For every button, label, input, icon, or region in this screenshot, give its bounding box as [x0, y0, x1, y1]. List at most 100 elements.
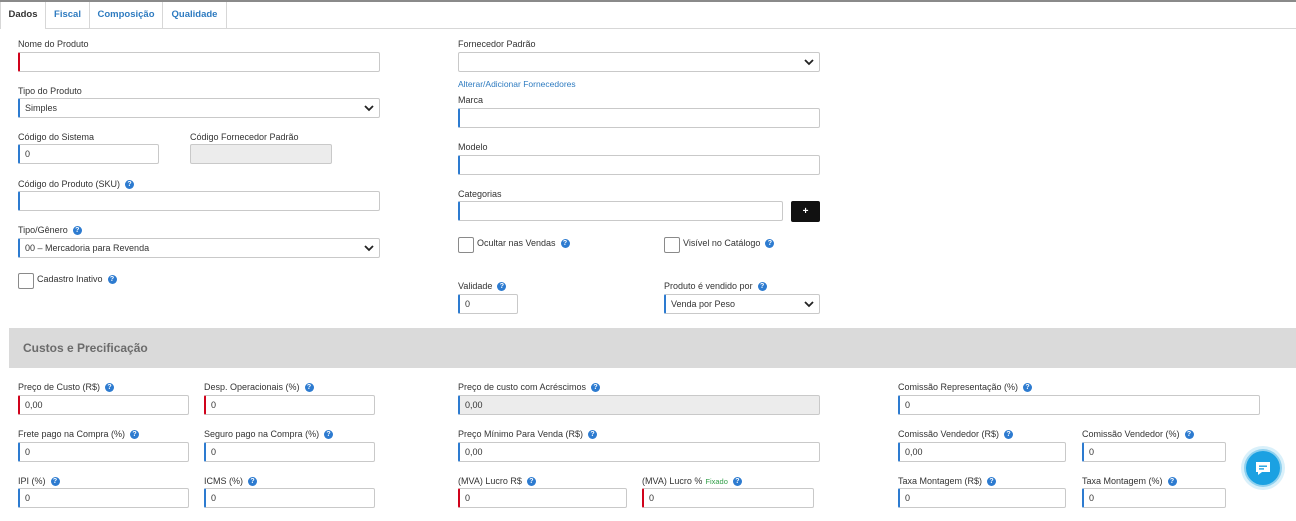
codigo-fornecedor-input[interactable]	[190, 144, 332, 164]
help-icon[interactable]: ?	[560, 239, 570, 249]
seguro-input[interactable]: 0	[204, 442, 375, 462]
help-icon[interactable]: ?	[526, 477, 536, 487]
help-icon[interactable]: ?	[324, 430, 334, 440]
frete-label: Frete pago na Compra (%)?	[18, 429, 140, 440]
taxa-montagem-rs-label: Taxa Montagem (R$)?	[898, 476, 997, 487]
help-icon[interactable]: ?	[1167, 477, 1177, 487]
help-icon[interactable]: ?	[50, 477, 60, 487]
categorias-input[interactable]	[458, 201, 783, 221]
vendido-por-value: Venda por Peso	[671, 299, 736, 309]
icms-label: ICMS (%)?	[204, 476, 257, 487]
help-icon[interactable]: ?	[588, 430, 598, 440]
validade-label: Validade?	[458, 281, 507, 292]
help-icon[interactable]: ?	[591, 383, 601, 393]
help-icon[interactable]: ?	[130, 430, 140, 440]
taxa-montagem-pct-input[interactable]: 0	[1082, 488, 1226, 508]
comissao-repr-input[interactable]: 0	[898, 395, 1260, 415]
nome-produto-label: Nome do Produto	[18, 39, 89, 49]
tipo-produto-value: Simples	[25, 103, 58, 113]
ipi-label: IPI (%)?	[18, 476, 60, 487]
custo-acrescimos-input[interactable]: 0,00	[458, 395, 820, 415]
comissao-vend-pct-input[interactable]: 0	[1082, 442, 1226, 462]
preco-custo-label-text: Preço de Custo (R$)	[18, 382, 101, 392]
chat-bubble-icon	[1246, 451, 1280, 485]
comissao-repr-label: Comissão Representação (%)?	[898, 382, 1033, 393]
modelo-input[interactable]	[458, 155, 820, 175]
help-icon[interactable]: ?	[107, 275, 117, 285]
mva-lucro-rs-label-text: (MVA) Lucro R$	[458, 476, 522, 486]
tipo-genero-select[interactable]: 00 – Mercadoria para Revenda	[18, 238, 380, 258]
help-icon[interactable]: ?	[1184, 430, 1194, 440]
visivel-catalogo-checkbox[interactable]	[664, 237, 680, 253]
icms-input[interactable]: 0	[204, 488, 375, 508]
help-icon[interactable]: ?	[72, 226, 82, 236]
help-icon[interactable]: ?	[765, 239, 775, 249]
desp-operacionais-input[interactable]: 0	[204, 395, 375, 415]
icms-label-text: ICMS (%)	[204, 476, 243, 486]
marca-input[interactable]	[458, 108, 820, 128]
chat-widget-button[interactable]	[1241, 446, 1285, 490]
custos-section-title: Custos e Precificação	[23, 341, 148, 355]
custo-acrescimos-label: Preço de custo com Acréscimos?	[458, 382, 601, 393]
sku-label-text: Código do Produto (SKU)	[18, 179, 121, 189]
mva-lucro-rs-input[interactable]: 0	[458, 488, 627, 508]
tab-bar: Dados Fiscal Composição Qualidade	[0, 2, 1296, 29]
tab-qualidade[interactable]: Qualidade	[163, 2, 227, 28]
sku-input[interactable]	[18, 191, 380, 211]
categorias-label: Categorias	[458, 189, 502, 199]
chevron-down-icon	[364, 105, 374, 112]
validade-input[interactable]: 0	[458, 294, 518, 314]
tipo-produto-select[interactable]: Simples	[18, 98, 380, 118]
preco-custo-input[interactable]: 0,00	[18, 395, 189, 415]
help-icon[interactable]: ?	[497, 282, 507, 292]
preco-custo-label: Preço de Custo (R$)?	[18, 382, 115, 393]
ocultar-vendas-label-text: Ocultar nas Vendas	[477, 238, 556, 248]
help-icon[interactable]: ?	[248, 477, 257, 487]
fornecedor-label: Fornecedor Padrão	[458, 39, 536, 49]
taxa-montagem-pct-label-text: Taxa Montagem (%)	[1082, 476, 1163, 486]
add-categoria-button[interactable]: +	[791, 201, 820, 222]
preco-minimo-label: Preço Mínimo Para Venda (R$)?	[458, 429, 598, 440]
help-icon[interactable]: ?	[125, 180, 135, 190]
taxa-montagem-rs-label-text: Taxa Montagem (R$)	[898, 476, 983, 486]
tab-fiscal[interactable]: Fiscal	[46, 2, 90, 28]
cadastro-inativo-label: Cadastro Inativo?	[37, 274, 117, 285]
preco-minimo-input[interactable]: 0,00	[458, 442, 820, 462]
help-icon[interactable]: ?	[1023, 383, 1033, 393]
help-icon[interactable]: ?	[105, 383, 115, 393]
help-icon[interactable]: ?	[304, 383, 314, 393]
custos-section-header: Custos e Precificação	[9, 328, 1296, 368]
chevron-down-icon	[804, 301, 814, 308]
chevron-down-icon	[364, 245, 374, 252]
chat-glyph	[1256, 462, 1270, 475]
vendido-por-label-text: Produto é vendido por	[664, 281, 753, 291]
alterar-fornecedores-link[interactable]: Alterar/Adicionar Fornecedores	[458, 79, 576, 89]
codigo-fornecedor-label: Código Fornecedor Padrão	[190, 132, 299, 142]
codigo-sistema-label: Código do Sistema	[18, 132, 95, 142]
comissao-vend-rs-input[interactable]: 0,00	[898, 442, 1066, 462]
fornecedor-select[interactable]	[458, 52, 820, 72]
help-icon[interactable]: ?	[757, 282, 767, 292]
frete-input[interactable]: 0	[18, 442, 189, 462]
mva-lucro-pct-label-text: (MVA) Lucro %	[642, 476, 703, 486]
help-icon[interactable]: ?	[732, 477, 742, 487]
desp-operacionais-label-text: Desp. Operacionais (%)	[204, 382, 300, 392]
tab-dados[interactable]: Dados	[0, 2, 46, 29]
ipi-label-text: IPI (%)	[18, 476, 46, 486]
vendido-por-label: Produto é vendido por?	[664, 281, 767, 292]
mva-lucro-pct-input[interactable]: 0	[642, 488, 814, 508]
nome-produto-input[interactable]	[18, 52, 380, 72]
taxa-montagem-rs-input[interactable]: 0	[898, 488, 1066, 508]
comissao-vend-pct-label-text: Comissão Vendedor (%)	[1082, 429, 1180, 439]
cadastro-inativo-checkbox[interactable]	[18, 273, 34, 289]
ipi-input[interactable]: 0	[18, 488, 189, 508]
ocultar-vendas-label: Ocultar nas Vendas?	[477, 238, 570, 249]
desp-operacionais-label: Desp. Operacionais (%)?	[204, 382, 314, 393]
help-icon[interactable]: ?	[1004, 430, 1014, 440]
tab-composicao[interactable]: Composição	[90, 2, 163, 28]
vendido-por-select[interactable]: Venda por Peso	[664, 294, 820, 314]
mva-lucro-rs-label: (MVA) Lucro R$?	[458, 476, 536, 487]
help-icon[interactable]: ?	[987, 477, 997, 487]
ocultar-vendas-checkbox[interactable]	[458, 237, 474, 253]
codigo-sistema-input[interactable]: 0	[18, 144, 159, 164]
